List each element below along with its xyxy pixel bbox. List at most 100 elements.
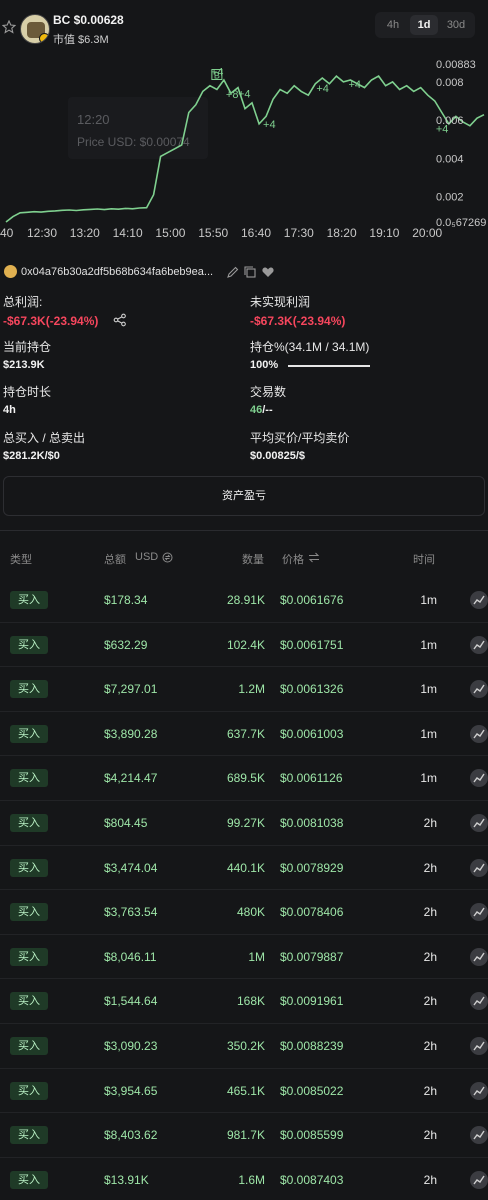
x-tick-label: 20:00 — [412, 226, 442, 240]
trade-qty: 102.4K — [226, 637, 265, 652]
x-tick-label: 15:50 — [198, 226, 228, 240]
trade-marker-label: +4 — [263, 119, 276, 131]
trade-price: $0.0085599 — [280, 1128, 344, 1143]
stat-unrealized-profit: 未实现利润 -$67.3K(-23.94%) — [250, 293, 480, 328]
trade-qty: 637.7K — [226, 726, 265, 741]
share-icon[interactable] — [113, 313, 127, 327]
table-row[interactable]: 买入 $3,090.23 350.2K $0.0088239 2h — [0, 1024, 488, 1069]
tooltip-time: 12:20 — [77, 112, 110, 127]
table-row[interactable]: 买入 $7,297.01 1.2M $0.0061326 1m — [0, 667, 488, 712]
trade-qty: 689.5K — [226, 771, 265, 786]
trade-chart-icon[interactable] — [470, 635, 488, 654]
trade-chart-icon[interactable] — [470, 1170, 488, 1189]
table-row[interactable]: 买入 $3,890.28 637.7K $0.0061003 1m — [0, 712, 488, 757]
table-row[interactable]: 买入 $4,214.47 689.5K $0.0061126 1m — [0, 756, 488, 801]
trade-type-badge: 买入 — [10, 1170, 48, 1189]
trade-time: 1m — [420, 593, 437, 607]
trade-type-badge: 买入 — [10, 903, 48, 922]
trades-table-header: 类型 总额 USD 数量 价格 时间 — [0, 540, 488, 574]
trade-price: $0.0061751 — [280, 637, 344, 652]
table-row[interactable]: 买入 $1,544.64 168K $0.0091961 2h — [0, 979, 488, 1024]
x-tick-label: 18:20 — [327, 226, 357, 240]
unrealized-value: -$67.3K(-23.94%) — [250, 314, 346, 328]
table-row[interactable]: 买入 $3,474.04 440.1K $0.0078929 2h — [0, 846, 488, 891]
trade-qty: 1M — [248, 949, 265, 964]
trade-type-badge: 买入 — [10, 992, 48, 1011]
trade-price: $0.0079887 — [280, 949, 344, 964]
stat-holding: 当前持仓 $213.9K — [3, 338, 233, 371]
trade-time: 2h — [423, 949, 437, 964]
trade-chart-icon[interactable] — [470, 858, 488, 877]
x-tick-label: 13:20 — [70, 226, 100, 240]
trade-chart-icon[interactable] — [470, 947, 488, 966]
trade-chart-icon[interactable] — [470, 992, 488, 1011]
star-icon[interactable] — [2, 20, 16, 34]
trade-chart-icon[interactable] — [470, 1081, 488, 1100]
stat-position: 持仓%(34.1M / 34.1M) 100% — [250, 338, 480, 371]
table-row[interactable]: 买入 $632.29 102.4K $0.0061751 1m — [0, 623, 488, 668]
trade-time: 2h — [423, 1038, 437, 1053]
trade-qty: 1.6M — [238, 1172, 265, 1187]
trade-chart-icon[interactable] — [470, 903, 488, 922]
trade-qty: 99.27K — [226, 815, 265, 830]
y-tick-label: 0.0₅67269 — [436, 217, 486, 229]
trade-type-badge: 买入 — [10, 1126, 48, 1145]
price-chart[interactable]: 12:20 Price USD: $0.00074 0.00883 0.008 0.00… — [0, 52, 488, 250]
edit-icon[interactable] — [226, 265, 240, 279]
position-bar — [288, 365, 370, 367]
position-value: 100% — [250, 359, 279, 371]
trade-total: $8,046.11 — [104, 949, 157, 964]
market-cap: 市值 $6.3M — [53, 34, 109, 46]
trade-qty: 465.1K — [226, 1083, 265, 1098]
trade-marker-label: +4 — [238, 89, 251, 101]
heart-icon[interactable] — [261, 265, 275, 279]
table-row[interactable]: 买入 $3,763.54 480K $0.0078406 2h — [0, 890, 488, 935]
asset-pnl-button[interactable]: 资产盈亏 — [3, 476, 485, 516]
currency-toggle-icon[interactable] — [162, 552, 173, 563]
col-total-unit[interactable]: USD — [135, 551, 158, 563]
trade-chart-icon[interactable] — [470, 1036, 488, 1055]
table-row[interactable]: 买入 $804.45 99.27K $0.0081038 2h — [0, 801, 488, 846]
trade-price: $0.0078406 — [280, 905, 344, 920]
trade-type-badge: 买入 — [10, 769, 48, 788]
trade-chart-icon[interactable] — [470, 769, 488, 788]
trades-label: 交易数 — [250, 385, 287, 399]
col-total: 总额 — [104, 554, 126, 566]
stat-duration: 持仓时长 4h — [3, 383, 233, 416]
timeframe-30d[interactable]: 30d — [441, 15, 471, 35]
trade-price: $0.0061676 — [280, 593, 344, 607]
trade-marker-label: +4 — [348, 79, 361, 91]
token-avatar — [20, 14, 50, 44]
trade-chart-icon[interactable] — [470, 724, 488, 743]
trade-qty: 28.91K — [226, 593, 265, 607]
avg-price-value: $0.00825/$ — [250, 450, 306, 462]
col-time: 时间 — [413, 554, 435, 566]
trade-time: 1m — [420, 771, 437, 786]
trade-type-badge: 买入 — [10, 1036, 48, 1055]
duration-label: 持仓时长 — [3, 385, 52, 399]
trade-price: $0.0061126 — [280, 771, 343, 786]
trade-qty: 350.2K — [226, 1038, 265, 1053]
table-row[interactable]: 买入 $178.34 28.91K $0.0061676 1m — [0, 578, 488, 623]
trade-chart-icon[interactable] — [470, 813, 488, 832]
x-tick-label: 40 — [0, 226, 14, 240]
trade-type-badge: 买入 — [10, 680, 48, 699]
timeframe-4h[interactable]: 4h — [379, 15, 407, 35]
timeframe-1d[interactable]: 1d — [410, 15, 438, 35]
table-row[interactable]: 买入 $8,403.62 981.7K $0.0085599 2h — [0, 1113, 488, 1158]
trade-price: $0.0081038 — [280, 815, 344, 830]
trade-chart-icon[interactable] — [470, 1126, 488, 1145]
table-row[interactable]: 买入 $3,954.65 465.1K $0.0085022 2h — [0, 1069, 488, 1114]
wallet-address[interactable]: 0x04a76b30a2df5b68b634fa6beb9ea... — [21, 266, 213, 278]
trade-chart-icon[interactable] — [470, 680, 488, 699]
table-row[interactable]: 买入 $8,046.11 1M $0.0079887 2h — [0, 935, 488, 980]
trade-qty: 440.1K — [226, 860, 265, 875]
trade-type-badge: 买入 — [10, 635, 48, 654]
x-tick-label: 16:40 — [241, 226, 271, 240]
trade-price: $0.0078929 — [280, 860, 344, 875]
price-swap-icon[interactable] — [308, 552, 320, 563]
trade-chart-icon[interactable] — [470, 591, 488, 609]
trade-marker-label: +8 — [226, 89, 239, 101]
copy-icon[interactable] — [243, 265, 257, 279]
table-row[interactable]: 买入 $13.91K 1.6M $0.0087403 2h — [0, 1158, 488, 1200]
